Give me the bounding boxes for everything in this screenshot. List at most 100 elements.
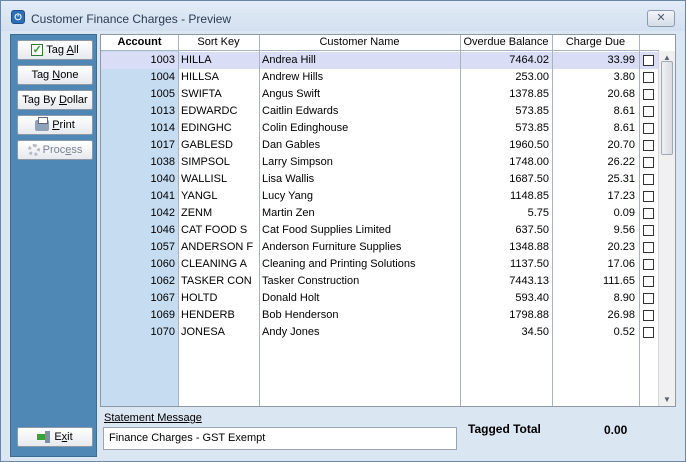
tag-none-label: Tag bbox=[31, 69, 53, 81]
table-row[interactable]: 1041 YANGL Lucy Yang 1148.85 17.23 bbox=[101, 188, 659, 205]
table-row[interactable]: 1013 EDWARDC Caitlin Edwards 573.85 8.61 bbox=[101, 103, 659, 120]
cell-sort-key: EDINGHC bbox=[181, 122, 232, 134]
tag-checkbox[interactable] bbox=[643, 72, 654, 83]
cell-customer-name: Lisa Wallis bbox=[262, 173, 315, 185]
cell-sort-key: GABLESD bbox=[181, 139, 233, 151]
cell-overdue-balance: 573.85 bbox=[515, 105, 549, 117]
table-row[interactable]: 1004 HILLSA Andrew Hills 253.00 3.80 bbox=[101, 69, 659, 86]
tag-checkbox[interactable] bbox=[643, 327, 654, 338]
tagged-total-label: Tagged Total bbox=[468, 422, 541, 436]
exit-button[interactable]: Exit bbox=[17, 427, 93, 447]
power-icon: ⏻ bbox=[11, 10, 25, 24]
tag-checkbox[interactable] bbox=[643, 140, 654, 151]
table-row[interactable]: 1067 HOLTD Donald Holt 593.40 8.90 bbox=[101, 290, 659, 307]
cell-account: 1057 bbox=[150, 241, 175, 253]
tag-all-button[interactable]: ✓ Tag All bbox=[17, 40, 93, 60]
tag-checkbox[interactable] bbox=[643, 208, 654, 219]
cell-overdue-balance: 1960.50 bbox=[509, 139, 549, 151]
statement-message-input[interactable]: Finance Charges - GST Exempt bbox=[103, 427, 457, 450]
table-row[interactable]: 1062 TASKER CON Tasker Construction 7443.13… bbox=[101, 273, 659, 290]
tag-by-dollar-hotkey: D bbox=[58, 94, 67, 106]
cell-overdue-balance: 7443.13 bbox=[509, 275, 549, 287]
process-label: Proc bbox=[42, 144, 66, 156]
tag-checkbox[interactable] bbox=[643, 259, 654, 270]
cell-overdue-balance: 1148.85 bbox=[510, 190, 549, 202]
column-header-customer-name[interactable]: Customer Name bbox=[259, 35, 460, 51]
cell-charge-due: 20.23 bbox=[607, 241, 635, 253]
cell-overdue-balance: 1378.85 bbox=[509, 88, 549, 100]
table-row[interactable]: 1069 HENDERB Bob Henderson 1798.88 26.98 bbox=[101, 307, 659, 324]
process-label-end: ss bbox=[71, 144, 83, 156]
tag-checkbox[interactable] bbox=[643, 293, 654, 304]
tag-none-button[interactable]: Tag None bbox=[17, 65, 93, 85]
table-row[interactable]: 1014 EDINGHC Colin Edinghouse 573.85 8.61 bbox=[101, 120, 659, 137]
cell-charge-due: 0.09 bbox=[613, 207, 635, 219]
title-bar: ⏻ Customer Finance Charges - Preview ✕ bbox=[1, 1, 685, 31]
cell-customer-name: Dan Gables bbox=[262, 139, 321, 151]
tag-checkbox[interactable] bbox=[643, 174, 654, 185]
table-row[interactable]: 1070 JONESA Andy Jones 34.50 0.52 bbox=[101, 324, 659, 341]
table-row[interactable]: 1057 ANDERSON F Anderson Furniture Supplie… bbox=[101, 239, 659, 256]
close-button[interactable]: ✕ bbox=[647, 10, 675, 27]
action-sidebar: ✓ Tag All Tag None Tag By Dollar Print Pr… bbox=[10, 34, 97, 457]
cell-account: 1004 bbox=[150, 71, 175, 83]
tag-none-hotkey: N bbox=[52, 69, 61, 81]
cell-overdue-balance: 253.00 bbox=[515, 71, 549, 83]
tag-all-label: Tag bbox=[46, 44, 67, 56]
column-header-sort-key[interactable]: Sort Key bbox=[178, 35, 259, 51]
table-row[interactable]: 1040 WALLISL Lisa Wallis 1687.50 25.31 bbox=[101, 171, 659, 188]
tag-checkbox[interactable] bbox=[643, 123, 654, 134]
cell-sort-key: ANDERSON F bbox=[181, 241, 254, 253]
cell-customer-name: Donald Holt bbox=[262, 292, 320, 304]
print-button[interactable]: Print bbox=[17, 115, 93, 135]
cell-account: 1070 bbox=[150, 326, 175, 338]
vertical-scrollbar[interactable]: ▲ ▼ bbox=[658, 51, 675, 406]
table-row[interactable]: 1017 GABLESD Dan Gables 1960.50 20.70 bbox=[101, 137, 659, 154]
cell-sort-key: SWIFTA bbox=[181, 88, 222, 100]
cell-account: 1005 bbox=[150, 88, 175, 100]
cell-overdue-balance: 5.75 bbox=[527, 207, 549, 219]
cell-customer-name: Colin Edinghouse bbox=[262, 122, 349, 134]
cell-charge-due: 0.52 bbox=[613, 326, 635, 338]
cell-overdue-balance: 7464.02 bbox=[509, 54, 549, 66]
cell-sort-key: EDWARDC bbox=[181, 105, 238, 117]
tag-checkbox[interactable] bbox=[643, 242, 654, 253]
tag-checkbox[interactable] bbox=[643, 225, 654, 236]
cell-charge-due: 8.61 bbox=[613, 122, 635, 134]
column-header-tag bbox=[639, 35, 659, 51]
cell-overdue-balance: 1798.88 bbox=[509, 309, 549, 321]
table-row[interactable]: 1060 CLEANING A Cleaning and Printing Solu… bbox=[101, 256, 659, 273]
tagged-total-value: 0.00 bbox=[604, 423, 628, 437]
cell-account: 1014 bbox=[150, 122, 175, 134]
tag-checkbox[interactable] bbox=[643, 276, 654, 287]
cell-sort-key: HENDERB bbox=[181, 309, 235, 321]
table-row[interactable]: 1005 SWIFTA Angus Swift 1378.85 20.68 bbox=[101, 86, 659, 103]
column-header-overdue-balance[interactable]: Overdue Balance bbox=[460, 35, 552, 51]
table-row[interactable]: 1003 HILLA Andrea Hill 7464.02 33.99 bbox=[101, 52, 659, 69]
cell-sort-key: JONESA bbox=[181, 326, 226, 338]
column-header-charge-due[interactable]: Charge Due bbox=[552, 35, 639, 51]
cell-account: 1003 bbox=[150, 54, 175, 66]
cell-sort-key: HILLA bbox=[181, 54, 212, 66]
tag-checkbox[interactable] bbox=[643, 55, 654, 66]
cell-charge-due: 17.06 bbox=[607, 258, 635, 270]
tag-checkbox[interactable] bbox=[643, 106, 654, 117]
table-row[interactable]: 1038 SIMPSOL Larry Simpson 1748.00 26.22 bbox=[101, 154, 659, 171]
tag-checkbox[interactable] bbox=[643, 191, 654, 202]
printer-icon bbox=[35, 116, 50, 131]
column-header-account[interactable]: Account bbox=[101, 35, 178, 51]
cell-charge-due: 20.68 bbox=[607, 88, 635, 100]
tag-checkbox[interactable] bbox=[643, 89, 654, 100]
window-title: Customer Finance Charges - Preview bbox=[31, 12, 232, 26]
table-row[interactable]: 1042 ZENM Martin Zen 5.75 0.09 bbox=[101, 205, 659, 222]
tag-by-dollar-button[interactable]: Tag By Dollar bbox=[17, 90, 93, 110]
process-button[interactable]: Process bbox=[17, 140, 93, 160]
scrollbar-thumb[interactable] bbox=[661, 61, 673, 155]
exit-label: E bbox=[54, 431, 62, 443]
tag-checkbox[interactable] bbox=[643, 310, 654, 321]
tag-by-dollar-label-end: ollar bbox=[66, 94, 88, 106]
table-row[interactable]: 1046 CAT FOOD S Cat Food Supplies Limited 6… bbox=[101, 222, 659, 239]
gear-icon bbox=[27, 144, 40, 157]
tag-checkbox[interactable] bbox=[643, 157, 654, 168]
scroll-down-arrow-icon[interactable]: ▼ bbox=[663, 395, 671, 404]
